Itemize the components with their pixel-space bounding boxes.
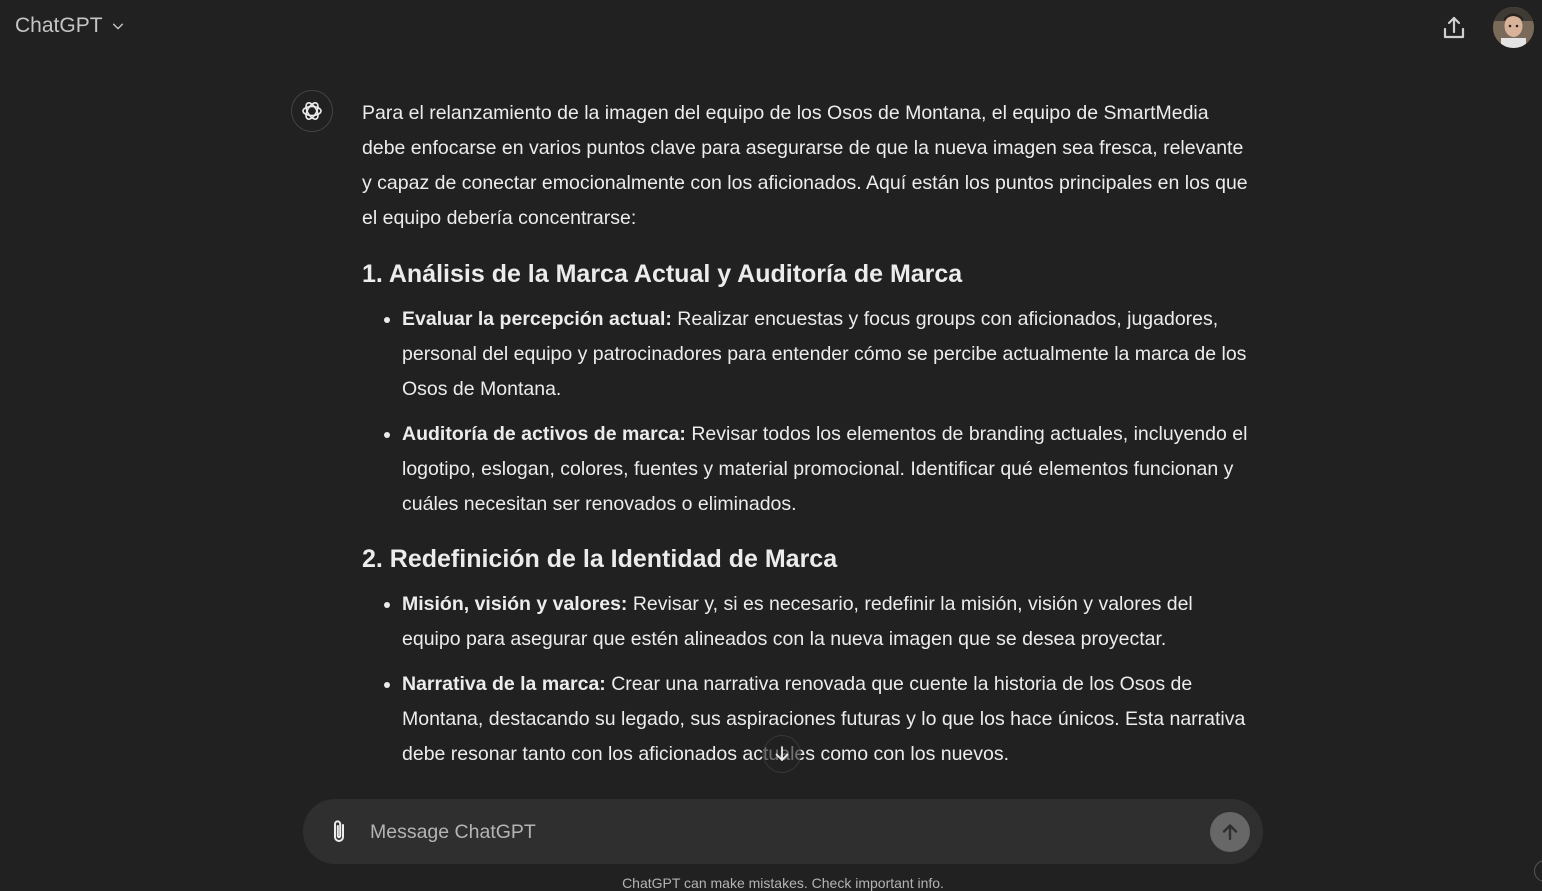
user-avatar[interactable] <box>1493 7 1534 48</box>
disclaimer-text: ChatGPT can make mistakes. Check importa… <box>622 875 944 891</box>
list-item-title: Auditoría de activos de marca: <box>402 423 686 445</box>
section-heading: 2. Redefinición de la Identidad de Marca <box>362 545 838 573</box>
scroll-to-bottom-button[interactable] <box>763 735 801 773</box>
message-composer <box>303 799 1263 864</box>
arrow-up-icon <box>1222 824 1238 841</box>
list-item: Narrativa de la marca: Crear una narrati… <box>402 667 1252 772</box>
arrow-down-icon <box>775 746 789 761</box>
list-item-title: Misión, visión y valores: <box>402 593 628 615</box>
list-item: Evaluar la percepción actual: Realizar e… <box>402 302 1252 407</box>
send-button[interactable] <box>1210 812 1250 852</box>
user-photo-icon <box>1493 7 1534 48</box>
attach-button[interactable] <box>325 817 353 847</box>
share-button[interactable] <box>1436 10 1472 46</box>
top-bar: ChatGPT <box>0 0 1542 56</box>
paperclip-icon <box>334 820 344 842</box>
list-item-title: Evaluar la percepción actual: <box>402 308 672 330</box>
openai-logo-icon <box>302 102 322 120</box>
section-list: Misión, visión y valores: Revisar y, si … <box>362 587 1252 772</box>
model-label: ChatGPT <box>15 14 103 37</box>
list-item-title: Narrativa de la marca: <box>402 673 606 695</box>
list-item: Misión, visión y valores: Revisar y, si … <box>402 587 1252 657</box>
share-upload-icon <box>1443 16 1465 39</box>
section-heading: 1. Análisis de la Marca Actual y Auditor… <box>362 260 963 288</box>
assistant-message: Para el relanzamiento de la imagen del e… <box>362 96 1252 791</box>
chevron-down-icon <box>112 23 123 30</box>
assistant-avatar <box>291 90 333 132</box>
message-input[interactable] <box>368 813 1198 851</box>
model-selector[interactable]: ChatGPT <box>15 14 125 38</box>
message-intro: Para el relanzamiento de la imagen del e… <box>362 102 1248 229</box>
section-list: Evaluar la percepción actual: Realizar e… <box>362 302 1252 522</box>
list-item: Auditoría de activos de marca: Revisar t… <box>402 417 1252 522</box>
